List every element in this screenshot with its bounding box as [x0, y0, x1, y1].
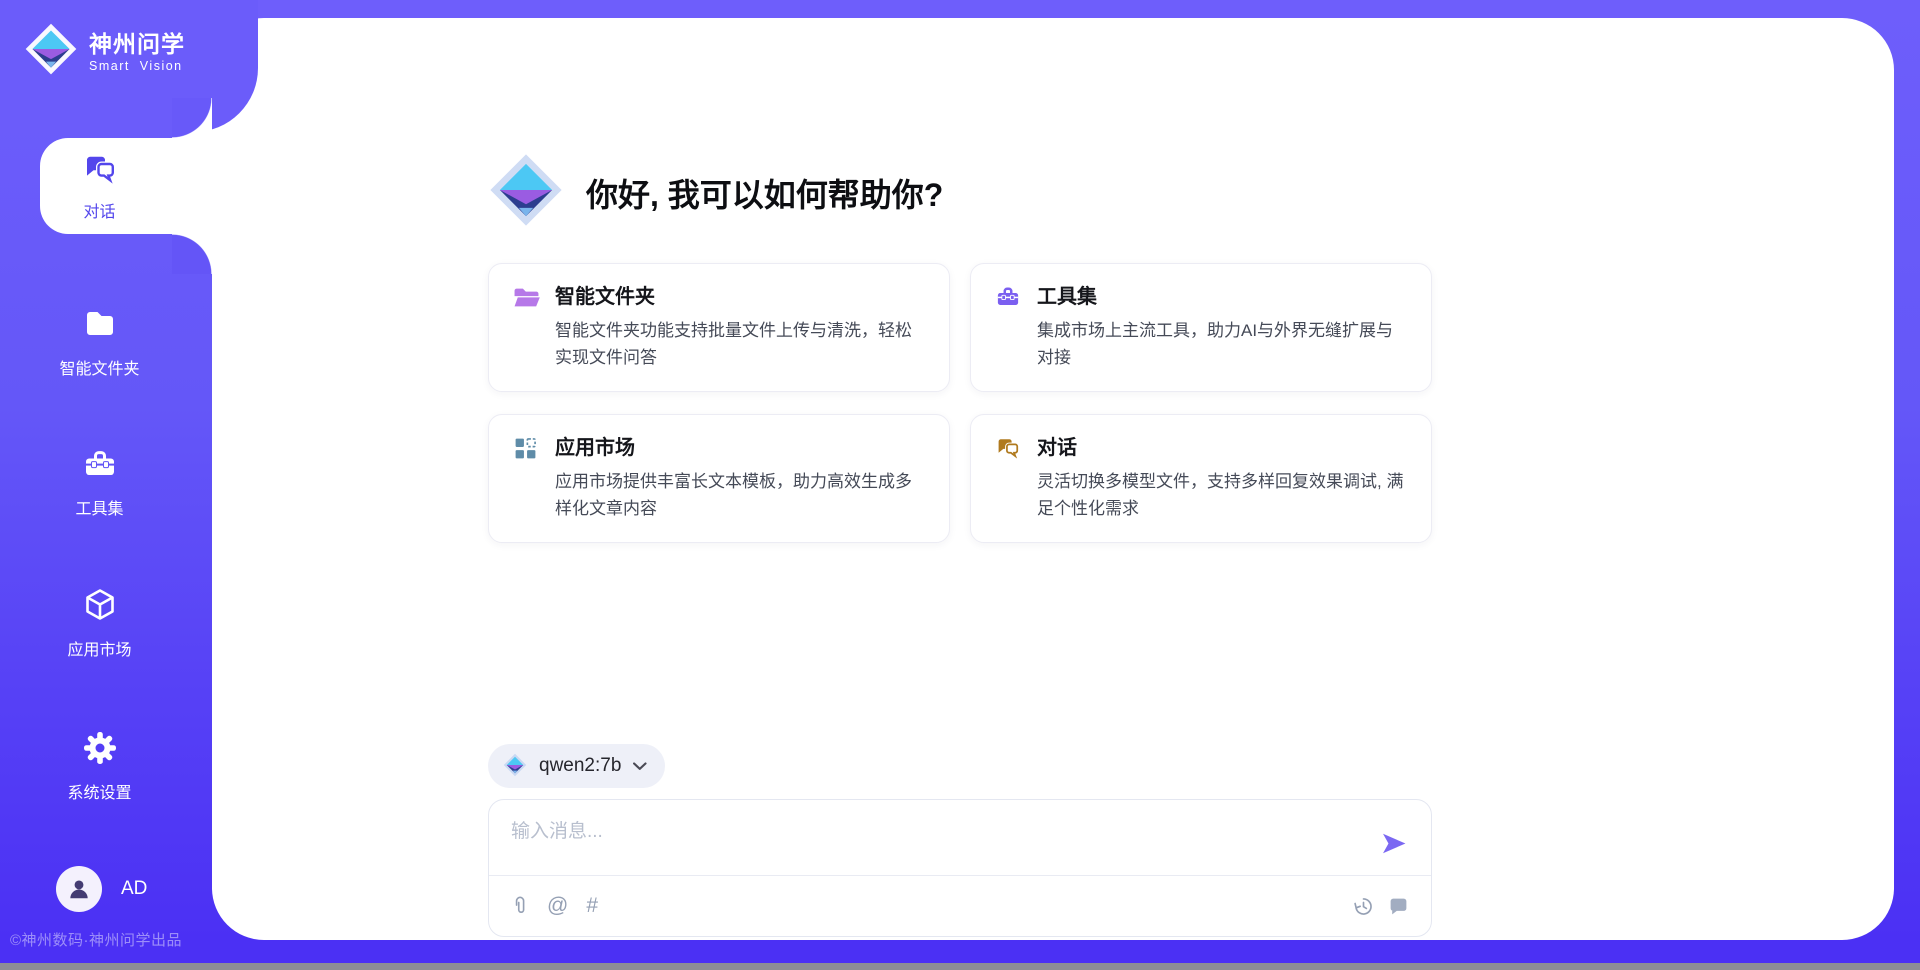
hash-icon: #: [586, 895, 598, 917]
feature-cards: 智能文件夹 智能文件夹功能支持批量文件上传与清洗，轻松实现文件问答 工具集 集成…: [488, 263, 1432, 543]
sidebar-item-label: 智能文件夹: [59, 355, 139, 379]
spacer: [488, 543, 1432, 744]
card-toolset[interactable]: 工具集 集成市场上主流工具，助力AI与外界无缝扩展与对接: [970, 263, 1432, 392]
user-initials: AD: [121, 878, 147, 900]
chevron-down-icon: [633, 759, 647, 774]
card-chat[interactable]: 对话 灵活切换多模型文件，支持多样回复效果调试, 满足个性化需求: [970, 414, 1432, 543]
user-profile[interactable]: AD: [56, 866, 147, 912]
card-smart-folder[interactable]: 智能文件夹 智能文件夹功能支持批量文件上传与清洗，轻松实现文件问答: [488, 263, 950, 392]
sidebar-item-smart-folders[interactable]: 智能文件夹: [0, 306, 199, 379]
toolbox-icon: [82, 446, 118, 487]
brand-logo-icon: [503, 753, 527, 780]
window-bottom-strip: [0, 963, 1920, 970]
mention-button[interactable]: @: [547, 895, 568, 917]
comment-icon: [1388, 896, 1409, 917]
card-title: 对话: [1037, 435, 1409, 461]
sidebar-item-chat[interactable]: 对话: [40, 138, 213, 234]
attach-file-button[interactable]: [511, 894, 529, 918]
sidebar-item-label: 系统设置: [67, 779, 131, 803]
greeting-title: 你好, 我可以如何帮助你?: [586, 170, 943, 216]
card-title: 应用市场: [555, 435, 927, 461]
topic-button[interactable]: #: [586, 895, 598, 917]
card-title: 智能文件夹: [555, 284, 927, 310]
greeting: 你好, 我可以如何帮助你?: [488, 152, 1432, 233]
card-title: 工具集: [1037, 284, 1409, 310]
brand: 神州问学 Smart Vision: [24, 22, 185, 81]
card-app-market[interactable]: 应用市场 应用市场提供丰富长文本模板，助力高效生成多样化文章内容: [488, 414, 950, 543]
history-button[interactable]: [1353, 896, 1374, 917]
comment-button[interactable]: [1388, 896, 1409, 917]
brand-logo-icon: [24, 22, 78, 81]
tab-fillet-top: [172, 98, 212, 138]
briefcase-icon: [995, 284, 1037, 310]
main-content: 你好, 我可以如何帮助你? 智能文件夹 智能文件夹功能支持批量文件上传与清洗，轻…: [488, 0, 1432, 970]
composer-tools-right: [1353, 876, 1409, 936]
sidebar-item-label: 工具集: [75, 495, 123, 519]
brand-name: 神州问学: [89, 31, 185, 57]
send-icon: [1381, 842, 1407, 857]
composer-divider: [489, 875, 1431, 876]
sidebar-item-label: 应用市场: [67, 636, 131, 660]
grid-icon: [513, 435, 555, 461]
model-selector[interactable]: qwen2:7b: [488, 744, 665, 788]
sidebar-item-toolset[interactable]: 工具集: [0, 446, 199, 519]
send-button[interactable]: [1381, 833, 1407, 854]
composer: @ #: [488, 799, 1432, 937]
sidebar-item-settings[interactable]: 系统设置: [0, 730, 199, 803]
tab-fillet-bottom: [172, 234, 212, 274]
card-description: 灵活切换多模型文件，支持多样回复效果调试, 满足个性化需求: [1037, 468, 1409, 522]
chat-icon: [82, 151, 118, 192]
brand-logo-icon: [488, 152, 564, 233]
card-description: 应用市场提供丰富长文本模板，助力高效生成多样化文章内容: [555, 468, 927, 522]
sidebar-item-app-market[interactable]: 应用市场: [0, 587, 199, 660]
cube-icon: [82, 587, 118, 628]
history-icon: [1353, 896, 1374, 917]
card-description: 集成市场上主流工具，助力AI与外界无缝扩展与对接: [1037, 317, 1409, 371]
card-description: 智能文件夹功能支持批量文件上传与清洗，轻松实现文件问答: [555, 317, 927, 371]
app-window: 神州问学 Smart Vision 对话 智能文件夹: [0, 0, 1920, 970]
at-icon: @: [547, 895, 568, 917]
avatar: [56, 866, 102, 912]
folder-icon: [82, 306, 118, 347]
gear-icon: [82, 730, 118, 771]
folder-open-icon: [513, 284, 555, 310]
composer-tools: @ #: [511, 876, 598, 936]
brand-subtitle: Smart Vision: [89, 59, 185, 73]
sidebar-item-label: 对话: [83, 198, 115, 222]
model-name: qwen2:7b: [539, 755, 621, 777]
paperclip-icon: [511, 894, 529, 918]
message-input[interactable]: [509, 814, 1329, 866]
chat-bubbles-icon: [995, 435, 1037, 461]
copyright-footer: ©神州数码·神州问学出品: [10, 929, 182, 950]
